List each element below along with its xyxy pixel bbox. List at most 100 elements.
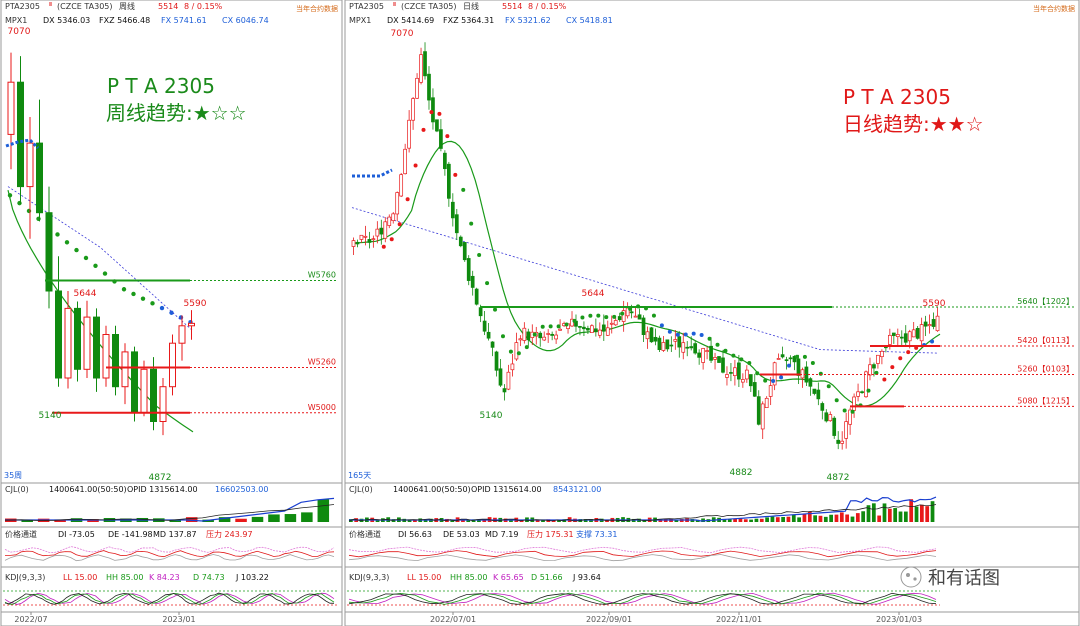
level-label: 5420【0113】: [1017, 336, 1074, 345]
price-label: 5514: [502, 2, 522, 11]
trend-dot: [556, 324, 561, 329]
trend-dot: [140, 296, 146, 301]
candle-body: [601, 324, 606, 332]
volume-bar: [834, 514, 839, 522]
trend-dot: [83, 255, 89, 261]
dx-value: DX 5414.69: [387, 16, 434, 25]
kdj-d: D 74.73: [193, 573, 225, 582]
candle-body: [609, 322, 614, 325]
channel-pressure: 压力 175.31: [527, 529, 574, 539]
level-label: 5260【0103】: [1017, 364, 1074, 373]
volume-bar: [871, 503, 876, 522]
volume-bar: [898, 511, 903, 522]
volume-bar: [759, 518, 764, 522]
candle-body: [617, 316, 622, 321]
candle-body: [629, 311, 634, 314]
candle-body: [36, 142, 43, 214]
indicator-name: MPX1: [349, 16, 371, 25]
channel-de: DE 53.03: [443, 530, 480, 539]
candle-body: [868, 364, 872, 376]
price-annotation: 7070: [391, 29, 414, 39]
trend-dot: [36, 216, 41, 221]
candle-body: [375, 228, 380, 237]
watermark-trend: 日线趋势:★★☆: [843, 112, 984, 136]
candle-body: [506, 371, 511, 390]
trend-dot: [818, 371, 823, 376]
trend-dot: [508, 349, 513, 354]
candle-body: [860, 391, 864, 394]
candle-body: [554, 334, 558, 340]
candle-body: [812, 388, 817, 394]
volume-bar: [839, 512, 844, 522]
candle-body: [888, 334, 892, 345]
contract-sup: Ⅲ: [49, 2, 52, 8]
trend-dot: [429, 110, 434, 115]
change-label: 8 / 0.15%: [528, 2, 567, 11]
trend-dot: [612, 314, 617, 319]
trend-dot: [453, 172, 458, 177]
trend-dot: [699, 333, 704, 338]
candle-body: [709, 345, 713, 361]
trend-dot: [159, 305, 165, 311]
trend-dot: [659, 323, 664, 328]
trend-dot: [445, 134, 450, 139]
channel-pressure: 压力 243.97: [206, 529, 253, 539]
trend-dot: [763, 378, 768, 383]
candle-body: [423, 51, 427, 77]
candle-body: [83, 316, 91, 370]
kdj-hh: HH 85.00: [106, 573, 143, 582]
candle-body: [844, 421, 848, 439]
volume-bar: [882, 503, 887, 522]
volume-bar: [786, 516, 791, 522]
kdj-ll: LL 15.00: [63, 573, 97, 582]
trend-dot: [691, 331, 696, 336]
candle-body: [514, 342, 519, 360]
trend-dot: [715, 342, 720, 347]
x-tick-label: 2023/01: [162, 615, 195, 624]
volume-bar: [749, 519, 753, 522]
kdj-j: J 103.22: [235, 573, 269, 582]
trend-dot: [747, 360, 752, 365]
trend-dot: [26, 208, 32, 214]
fxz-value: FXZ 5364.31: [443, 16, 494, 25]
trend-dot: [469, 221, 474, 226]
price-annotation: 5140: [480, 411, 503, 421]
candle-body: [550, 333, 554, 336]
trend-dot: [405, 197, 410, 202]
candle-body: [856, 391, 860, 397]
volume-bar: [781, 516, 785, 522]
bars-count-label: 35周: [4, 471, 22, 480]
trend-dot: [882, 377, 887, 382]
volume-bar: [797, 517, 801, 522]
volume-bar: [818, 515, 823, 522]
channel-di: DI 56.63: [398, 530, 432, 539]
trend-dot: [532, 332, 537, 337]
volume-bar: [914, 506, 919, 522]
candle-body: [744, 369, 749, 380]
price-annotation: 5644: [582, 289, 605, 299]
price-annotation: 4872: [827, 473, 850, 483]
candle-body: [169, 342, 176, 388]
candle-body: [800, 369, 805, 379]
cjl-name: CJL(0): [5, 485, 29, 494]
volume-bar: [909, 499, 914, 522]
trend-dot: [620, 311, 625, 316]
trend-dot: [842, 408, 847, 413]
candle-body: [55, 290, 62, 379]
candle-body: [355, 241, 360, 245]
kdj-k: K 65.65: [493, 573, 524, 582]
trend-dot: [906, 350, 911, 355]
trend-dot: [707, 336, 712, 341]
candle-body: [880, 350, 884, 358]
candle-body: [915, 328, 920, 339]
candle-body: [159, 386, 167, 423]
price-annotation: 5590: [184, 299, 207, 309]
level-label: W5000: [308, 403, 336, 412]
kdj-hh: HH 85.00: [450, 573, 487, 582]
trend-dot: [413, 163, 418, 168]
candle-body: [764, 397, 769, 408]
candle-body: [836, 439, 841, 444]
volume-bar: [802, 513, 807, 522]
candle-body: [828, 414, 833, 422]
candle-body: [649, 327, 654, 343]
